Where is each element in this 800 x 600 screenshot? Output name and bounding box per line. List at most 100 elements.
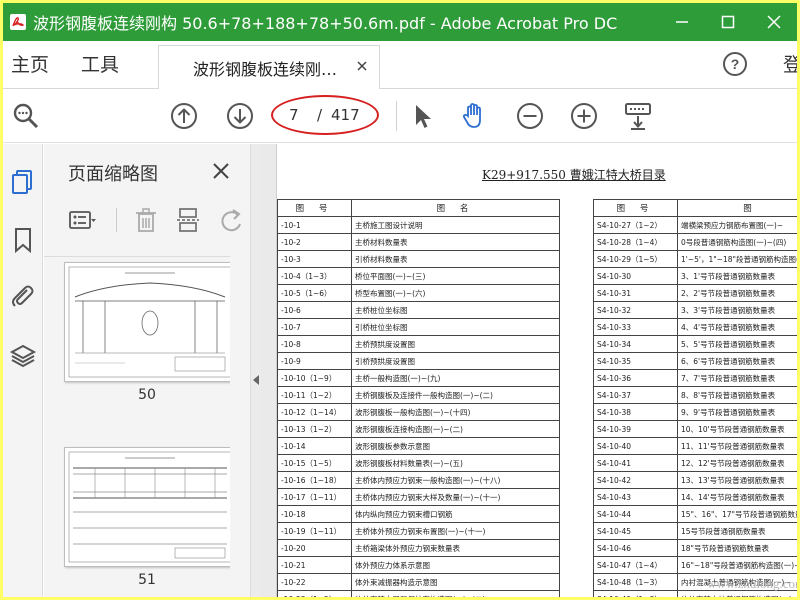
drawing-number-cell: -10-9	[277, 352, 352, 370]
column-header: 图 号	[277, 199, 352, 217]
drawing-number-cell: -10-19（1~11）	[277, 522, 352, 540]
page-thumbnail[interactable]	[64, 262, 230, 382]
close-icon	[767, 15, 781, 29]
thumbnail-page-number: 50	[138, 387, 156, 403]
table-row: -10-9 引桥预拱度设置图	[277, 352, 560, 370]
rotate-page-icon[interactable]	[218, 206, 246, 234]
table-row: S4-10-38 9、9'号节段普通钢筋数量表	[593, 403, 797, 421]
layers-icon[interactable]	[9, 342, 37, 370]
table-row: S4-10-33 4、4'号节段普通钢筋数量表	[593, 318, 797, 336]
table-row: -10-10（1~9） 主桥一般构造图(一)~(九)	[277, 369, 560, 387]
table-row: S4-10-31 2、2'号节段普通钢筋数量表	[593, 284, 797, 302]
hand-tool-icon[interactable]	[459, 101, 489, 131]
zoom-out-icon[interactable]	[515, 101, 545, 131]
drawing-number-cell: S4-10-31	[593, 284, 678, 302]
minimize-button[interactable]	[659, 3, 705, 41]
drawing-title-cell: 主桥预拱度设置图	[351, 335, 560, 353]
drawing-title-cell: 1'~5'，1"~18"段普通钢筋构造图(一)	[677, 250, 797, 268]
next-page-icon[interactable]	[225, 101, 255, 131]
bookmark-icon[interactable]	[9, 226, 37, 254]
drawing-title-cell: 16"~18"号段普通钢筋构造图(一)~	[677, 556, 797, 574]
drawing-title-cell: 0号段普通钢筋构造图(一)~(四)	[677, 233, 797, 251]
page-thumbnails-icon[interactable]	[9, 168, 37, 196]
close-tab-icon[interactable]	[355, 59, 369, 73]
document-tab-label: 波形钢腹板连续刚…	[193, 59, 338, 79]
table-row: S4-10-41 12、12'号节段普通钢筋数量表	[593, 454, 797, 472]
drawing-number-cell: S4-10-46	[593, 539, 678, 557]
drawing-number-cell: -10-17（1~11）	[277, 488, 352, 506]
sign-in-link[interactable]: 登	[783, 41, 797, 89]
close-window-button[interactable]	[751, 3, 797, 41]
drawing-number-cell: -10-20	[277, 539, 352, 557]
drawing-title-cell: 主桥钢腹板及连接件一般构造图(一)~(二)	[351, 386, 560, 404]
drawing-title-cell: 15"、16"、17"号节段普通钢筋数量表	[677, 505, 797, 523]
tab-tools[interactable]: 工具	[81, 41, 119, 89]
drawing-number-cell: -10-13（1~2）	[277, 420, 352, 438]
drawing-title-cell: 桥型布置图(一)~(六)	[351, 284, 560, 302]
table-row: S4-10-30 3、1'号节段普通钢筋数量表	[593, 267, 797, 285]
tab-home[interactable]: 主页	[11, 41, 49, 89]
window-title: 波形钢腹板连续刚构 50.6+78+188+78+50.6m.pdf - Ado…	[33, 14, 618, 33]
table-row: -10-14 波形钢腹板参数示意图	[277, 437, 560, 455]
table-row: S4-10-36 7、7'号节段普通钢筋数量表	[593, 369, 797, 387]
drawing-number-cell: -10-7	[277, 318, 352, 336]
select-cursor-icon[interactable]	[407, 101, 437, 131]
drawing-number-cell: -10-16（1~18）	[277, 471, 352, 489]
options-menu-icon[interactable]	[68, 206, 96, 234]
previous-page-icon[interactable]	[169, 101, 199, 131]
document-view[interactable]: K29+917.550 曹娥江特大桥目录 图 号 图 名 -10-1 主桥施工图设…	[260, 144, 797, 597]
table-row: S4-10-32 3、3'号节段普通钢筋数量表	[593, 301, 797, 319]
drawing-title-cell: 3、1'号节段普通钢筋数量表	[677, 267, 797, 285]
zoom-in-icon[interactable]	[569, 101, 599, 131]
drawing-title-cell: 波形钢腹板参数示意图	[351, 437, 560, 455]
drawing-number-cell: S4-10-45	[593, 522, 678, 540]
table-row: -10-5（1~6） 桥型布置图(一)~(六)	[277, 284, 560, 302]
close-panel-icon[interactable]	[212, 162, 230, 180]
drawing-number-cell: S4-10-28（1~4）	[593, 233, 678, 251]
watermark: www.zhulong.com	[707, 576, 797, 591]
drawing-index-table-left: 图 号 图 名 -10-1 主桥施工图设计说明 -10-2 主桥材料数量表 -10-3 引…	[277, 199, 560, 597]
drawing-number-cell: S4-10-27（1~2）	[593, 216, 678, 234]
table-row: S4-10-42 13、13'号节段普通钢筋数量表	[593, 471, 797, 489]
drawing-number-cell: S4-10-29（1~5）	[593, 250, 678, 268]
drawing-number-cell: -10-12（1~14）	[277, 403, 352, 421]
drawing-title-cell: 主桥施工图设计说明	[351, 216, 560, 234]
attachment-icon[interactable]	[9, 282, 37, 310]
drawing-number-cell: -10-21	[277, 556, 352, 574]
table-row: S4-10-40 11、11'号节段普通钢筋数量表	[593, 437, 797, 455]
drawing-title-cell: 13、13'号节段普通钢筋数量表	[677, 471, 797, 489]
maximize-button[interactable]	[705, 3, 751, 41]
table-row: -10-2 主桥材料数量表	[277, 233, 560, 251]
table-row: S4-10-34 5、5'号节段普通钢筋数量表	[593, 335, 797, 353]
drawing-title-cell: 6、6'号节段普通钢筋数量表	[677, 352, 797, 370]
drawing-number-cell: -10-22	[277, 573, 352, 591]
help-icon[interactable]: ?	[722, 51, 748, 77]
table-row: S4-10-29（1~5） 1'~5'，1"~18"段普通钢筋构造图(一)	[593, 250, 797, 268]
drawing-title-cell: 主桥体外预应力钢束布置图(一)~(十一)	[351, 522, 560, 540]
drawing-number-cell: S4-10-44	[593, 505, 678, 523]
drawing-number-cell: S4-10-41	[593, 454, 678, 472]
keyboard-scroll-icon[interactable]	[623, 101, 653, 131]
search-icon[interactable]	[11, 101, 41, 131]
table-row: -10-15（1~5） 波形钢腹板材料数量表(一)~(五)	[277, 454, 560, 472]
drawing-number-cell: -10-23（1~2）	[277, 590, 352, 597]
delete-page-icon[interactable]	[132, 206, 160, 234]
acrobat-window: 波形钢腹板连续刚构 50.6+78+188+78+50.6m.pdf - Ado…	[3, 3, 797, 597]
drawing-title-cell: 12、12'号节段普通钢筋数量表	[677, 454, 797, 472]
drawing-number-cell: -10-3	[277, 250, 352, 268]
minimize-icon	[676, 21, 688, 23]
panel-collapse-handle[interactable]	[250, 144, 260, 597]
column-header: 图 名	[351, 199, 560, 217]
split-page-icon[interactable]	[174, 206, 202, 234]
table-row: S4-10-47（1~4） 16"~18"号段普通钢筋构造图(一)~	[593, 556, 797, 574]
table-row: S4-10-28（1~4） 0号段普通钢筋构造图(一)~(四)	[593, 233, 797, 251]
document-tab[interactable]: 波形钢腹板连续刚…	[158, 45, 380, 89]
acrobat-app-icon	[9, 13, 27, 31]
drawing-number-cell: S4-10-39	[593, 420, 678, 438]
title-bar: 波形钢腹板连续刚构 50.6+78+188+78+50.6m.pdf - Ado…	[3, 3, 797, 41]
page-thumbnail[interactable]	[64, 447, 230, 567]
table-row: S4-10-35 6、6'号节段普通钢筋数量表	[593, 352, 797, 370]
drawing-title-cell: 主桥一般构造图(一)~(九)	[351, 369, 560, 387]
drawing-title-cell: 波形钢腹板连接构造图(一)~(二)	[351, 420, 560, 438]
red-annotation-ellipse	[271, 95, 379, 135]
